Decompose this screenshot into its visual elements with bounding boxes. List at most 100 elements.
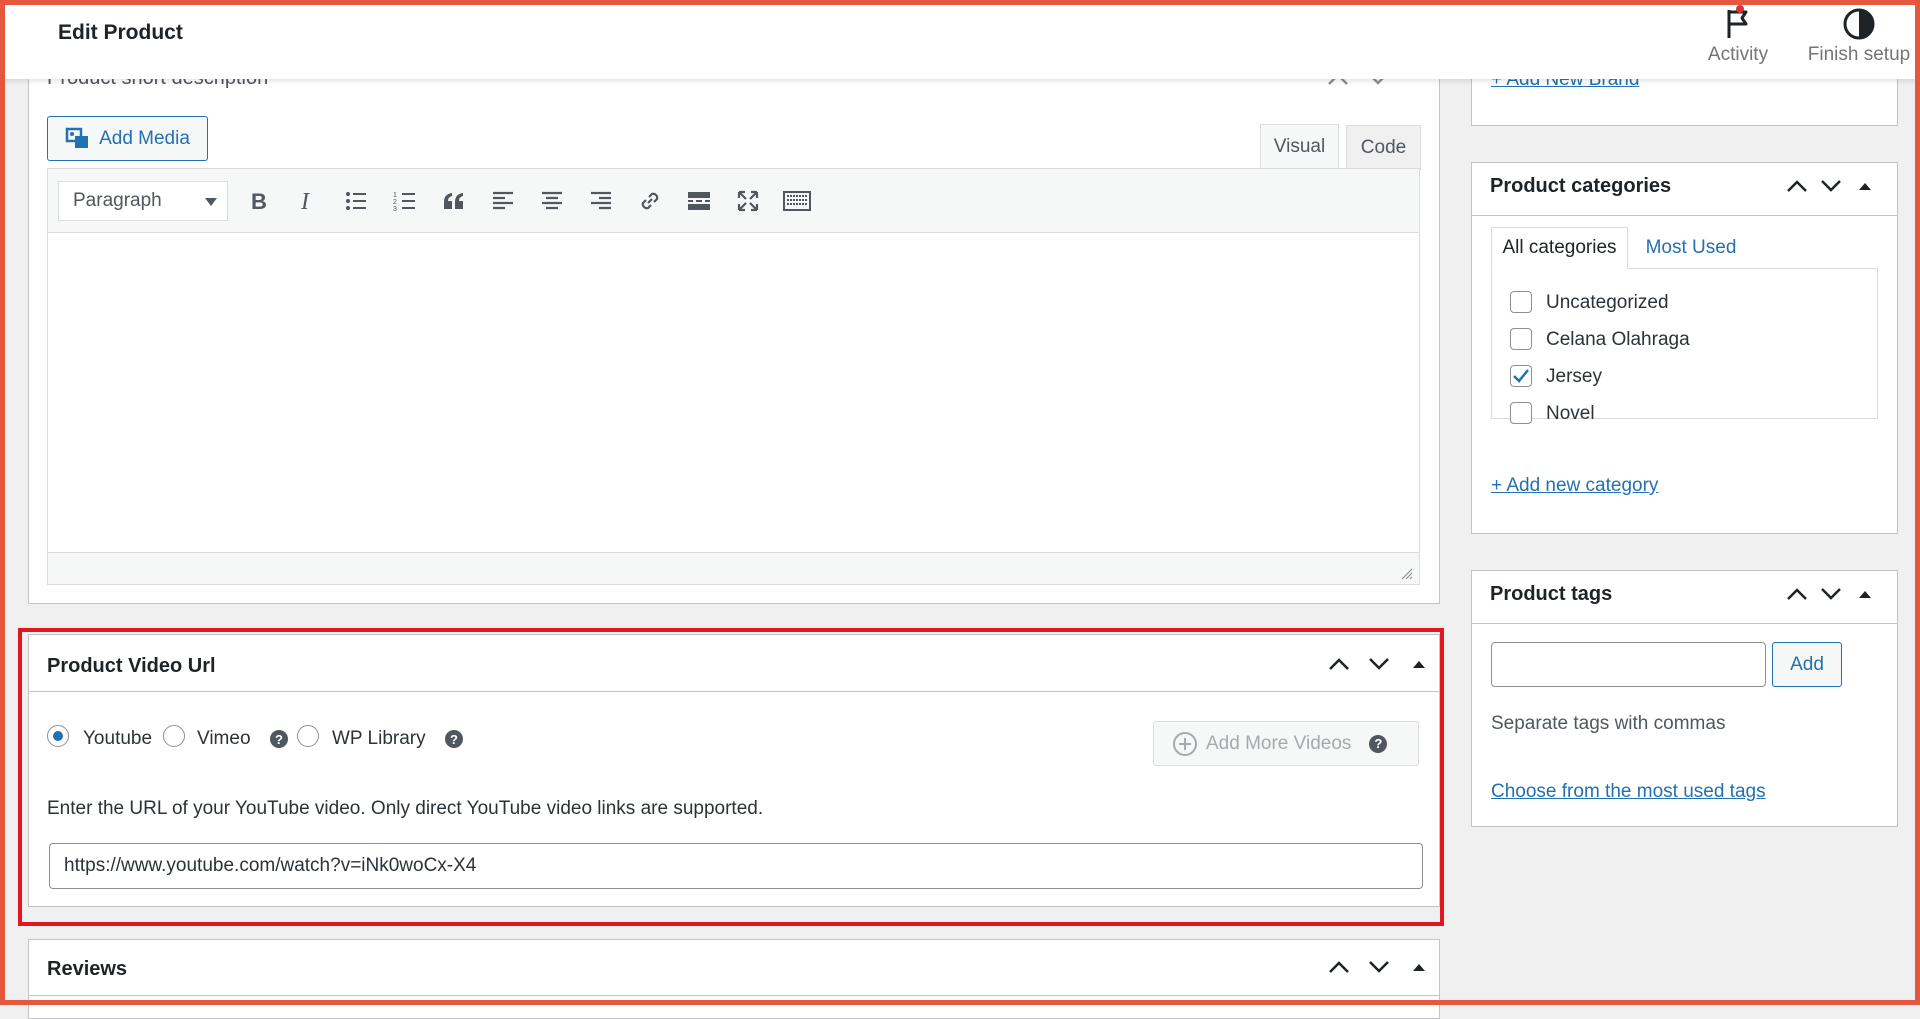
align-right-icon[interactable] [585,185,617,217]
checkmark-icon [1513,369,1529,383]
rich-text-editor[interactable]: Paragraph B I 123 [47,168,1420,585]
tab-code[interactable]: Code [1346,125,1421,170]
chevron-down-icon [205,198,217,206]
add-more-videos-label: Add More Videos [1206,732,1352,754]
move-down-icon[interactable] [1818,581,1844,607]
italic-icon[interactable]: I [291,185,323,217]
read-more-icon[interactable] [683,185,715,217]
tab-most-used-label: Most Used [1645,237,1737,258]
tags-hint: Separate tags with commas [1491,713,1726,734]
svg-text:2: 2 [393,199,397,206]
category-checkbox-novel[interactable] [1510,402,1532,424]
move-down-icon[interactable] [1366,954,1392,980]
divider [1472,215,1897,216]
video-url-input[interactable]: https://www.youtube.com/watch?v=iNk0woCx… [49,843,1423,889]
svg-text:B: B [251,190,267,212]
video-box-controls [1326,651,1432,677]
tab-all-categories[interactable]: All categories [1491,227,1628,269]
finish-setup-label: Finish setup [1807,44,1911,65]
reviews-box-controls [1326,954,1432,980]
link-icon[interactable] [634,185,666,217]
product-video-url-title: Product Video Url [47,655,216,677]
product-tags-box: Product tags Add Separate tags with comm… [1471,570,1898,827]
add-new-category-link[interactable]: + Add new category [1491,475,1658,497]
divider [29,691,1439,692]
reviews-box: Reviews [28,939,1440,1019]
category-checkbox-celana-olahraga[interactable] [1510,328,1532,350]
add-more-videos-button[interactable]: Add More Videos ? [1153,721,1419,766]
media-icon [65,127,89,148]
plus-circle-icon [1173,731,1197,756]
radio-vimeo[interactable] [163,725,185,747]
bold-icon[interactable]: B [242,185,274,217]
tab-all-categories-label: All categories [1502,237,1617,258]
half-circle-icon [1843,8,1875,40]
numbered-list-icon[interactable]: 123 [389,185,421,217]
product-categories-title: Product categories [1490,175,1672,197]
tags-box-controls [1784,581,1878,607]
collapse-triangle-icon[interactable] [1852,173,1878,199]
video-instructions: Enter the URL of your YouTube video. Onl… [47,798,764,819]
move-up-icon[interactable] [1326,651,1352,677]
move-up-icon[interactable] [1784,581,1810,607]
page-title: Edit Product [58,21,183,44]
divider [29,995,1439,996]
divider [1472,623,1897,624]
product-video-url-box: Product Video Url Youtube Vimeo ? WP Lib… [28,634,1440,907]
align-left-icon[interactable] [487,185,519,217]
tag-input[interactable] [1491,642,1766,687]
add-tag-button[interactable]: Add [1772,642,1842,687]
tab-visual[interactable]: Visual [1260,124,1339,169]
radio-wp-library[interactable] [297,725,319,747]
collapse-triangle-icon[interactable] [1852,581,1878,607]
product-tags-title: Product tags [1490,583,1613,605]
product-categories-box: Product categories All categories Most U… [1471,162,1898,534]
category-label: Uncategorized [1546,292,1669,313]
categories-box-controls [1784,173,1878,199]
notification-dot [1736,5,1744,13]
svg-text:1: 1 [393,192,397,199]
svg-text:3: 3 [393,206,397,212]
move-up-icon[interactable] [1784,173,1810,199]
format-select-value: Paragraph [73,190,162,211]
activity-label: Activity [1707,44,1769,65]
keyboard-icon[interactable] [781,185,813,217]
add-media-label: Add Media [99,127,190,149]
collapse-triangle-icon[interactable] [1406,954,1432,980]
tab-code-label: Code [1360,137,1407,158]
category-checkbox-jersey[interactable] [1510,365,1532,387]
radio-vimeo-label: Vimeo [197,728,251,749]
align-center-icon[interactable] [536,185,568,217]
category-checkbox-uncategorized[interactable] [1510,291,1532,313]
category-label: Jersey [1546,366,1602,387]
blockquote-icon[interactable] [438,185,470,217]
add-more-help-icon[interactable]: ? [1369,734,1388,753]
activity-button[interactable]: Activity [1700,4,1776,66]
move-up-icon[interactable] [1326,954,1352,980]
radio-youtube[interactable] [47,725,69,747]
tab-visual-label: Visual [1273,136,1326,157]
choose-most-used-tags-link[interactable]: Choose from the most used tags [1491,781,1766,803]
resize-handle-icon[interactable] [1399,566,1413,580]
move-down-icon[interactable] [1366,651,1392,677]
fullscreen-icon[interactable] [732,185,764,217]
format-select[interactable]: Paragraph [58,181,228,221]
video-url-value: https://www.youtube.com/watch?v=iNk0woCx… [64,855,477,876]
finish-setup-button[interactable]: Finish setup [1800,4,1918,66]
top-header: Edit Product Activity Finish setup [0,0,1920,79]
category-label: Celana Olahraga [1546,329,1690,350]
vimeo-help-icon[interactable]: ? [270,730,288,748]
editor-toolbar: Paragraph B I 123 [48,169,1419,233]
collapse-triangle-icon[interactable] [1406,651,1432,677]
add-tag-label: Add [1790,653,1824,675]
editor-statusbar [48,552,1419,584]
add-media-button[interactable]: Add Media [47,116,208,161]
wp-library-help-icon[interactable]: ? [445,730,463,748]
bullet-list-icon[interactable] [340,185,372,217]
radio-wp-library-label: WP Library [332,728,426,749]
move-down-icon[interactable] [1818,173,1844,199]
radio-youtube-label: Youtube [83,728,153,749]
tab-most-used[interactable]: Most Used [1636,227,1746,269]
category-label: Novel [1546,403,1595,424]
category-checklist: Uncategorized Celana Olahraga Jersey Nov… [1491,268,1878,424]
